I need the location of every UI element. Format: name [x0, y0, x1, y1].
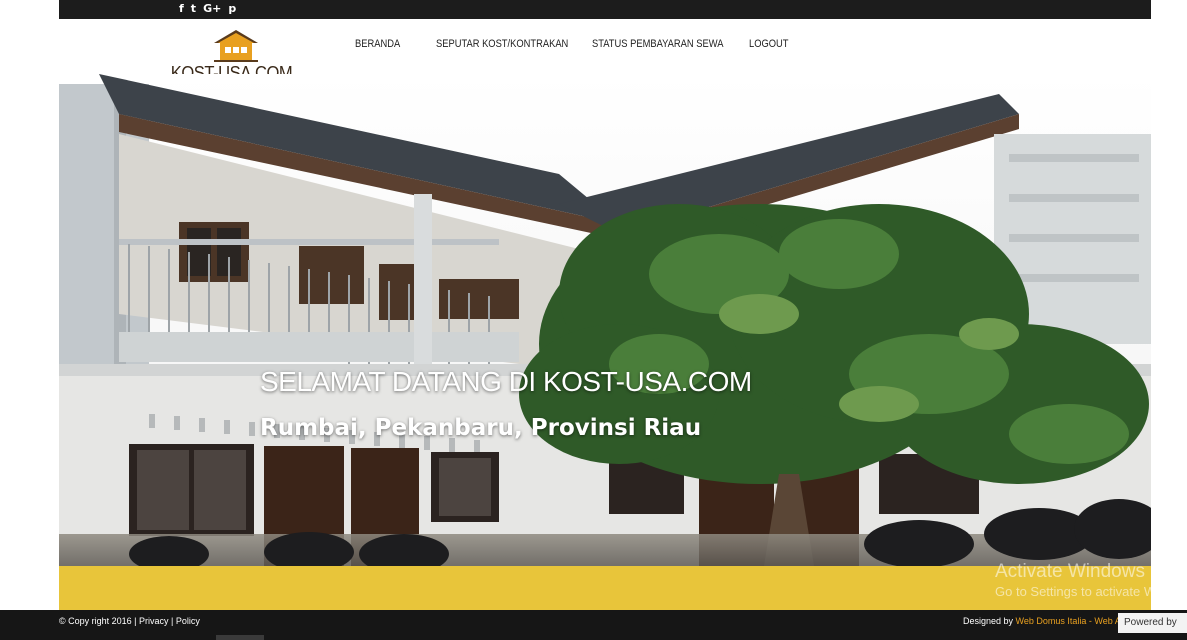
hero-photo — [59, 74, 1151, 566]
site-footer: © Copy right 2016 | Privacy | Policy Des… — [0, 610, 1187, 640]
hero-title: SELAMAT DATANG DI KOST-USA.COM — [260, 366, 752, 397]
pinterest-icon[interactable]: p — [228, 2, 236, 16]
footer-separator: | — [168, 616, 176, 626]
activate-windows-subtitle: Go to Settings to activate Windows. — [995, 584, 1187, 599]
nav-beranda[interactable]: BERANDA — [355, 38, 424, 50]
social-links: f t G+ p — [179, 2, 236, 16]
bottom-tab-indicator — [216, 635, 264, 640]
main-nav: BERANDA SEPUTAR KOST/KONTRAKAN STATUS PE… — [355, 38, 809, 50]
facebook-icon[interactable]: f — [179, 2, 184, 16]
hero-subtitle: Rumbai, Pekanbaru, Provinsi Riau — [260, 415, 702, 441]
accent-band — [59, 566, 1151, 610]
footer-copyright: © Copy right 2016 | Privacy | Policy — [59, 616, 200, 626]
privacy-link[interactable]: Privacy — [139, 616, 169, 626]
top-bar: f t G+ p — [59, 0, 1151, 19]
powered-by-badge[interactable]: Powered by — [1118, 613, 1187, 633]
nav-status-pembayaran[interactable]: STATUS PEMBAYARAN SEWA — [592, 38, 725, 50]
twitter-icon[interactable]: t — [191, 2, 196, 16]
nav-logout[interactable]: LOGOUT — [749, 38, 800, 50]
activate-windows-title: Activate Windows — [995, 561, 1145, 582]
nav-seputar-kost[interactable]: SEPUTAR KOST/KONTRAKAN — [436, 38, 569, 50]
google-plus-icon[interactable]: G+ — [203, 2, 221, 16]
policy-link[interactable]: Policy — [176, 616, 200, 626]
designed-by-text: Designed by — [963, 616, 1016, 626]
hero-banner: SELAMAT DATANG DI KOST-USA.COM Rumbai, P… — [59, 74, 1151, 566]
copyright-text: © Copy right 2016 | — [59, 616, 140, 626]
house-logo-icon — [214, 30, 258, 62]
